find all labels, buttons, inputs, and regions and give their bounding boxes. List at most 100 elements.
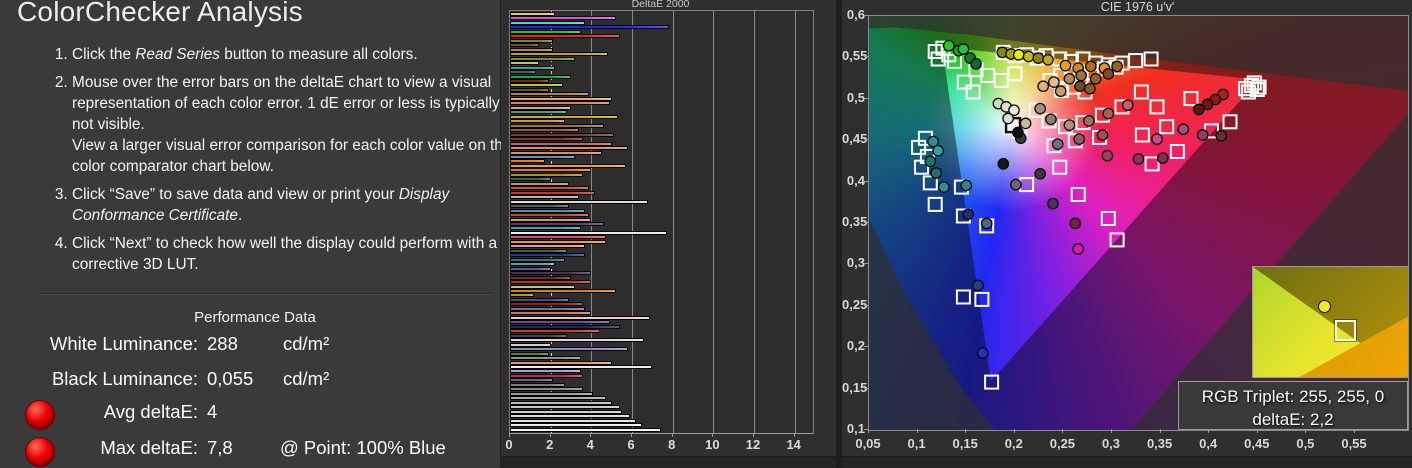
target-square[interactable] [1007,66,1023,82]
measured-point[interactable] [1002,112,1014,125]
deltae-bar[interactable] [510,92,590,97]
deltae-bar[interactable] [510,79,549,84]
deltae-bar[interactable] [510,280,592,285]
measured-point[interactable] [1084,82,1096,95]
deltae-bar[interactable] [510,382,565,387]
deltae-bar[interactable] [510,181,569,186]
deltae-bar[interactable] [510,297,569,302]
target-square[interactable] [993,73,1009,88]
target-square[interactable] [1052,159,1068,175]
measured-point[interactable] [970,58,982,70]
deltae-bar[interactable] [510,114,618,119]
deltae-bar[interactable] [510,56,576,61]
deltae-bar[interactable] [510,306,586,311]
target-square[interactable] [1070,187,1086,202]
measured-point[interactable] [1032,52,1045,64]
measured-point[interactable] [976,347,989,359]
measured-point[interactable] [1102,67,1115,80]
deltae-bar[interactable] [510,423,643,428]
deltae-bar[interactable] [510,329,600,334]
deltae-bar[interactable] [510,61,539,66]
deltae-bar[interactable] [510,360,612,365]
measured-point[interactable] [1101,149,1114,162]
cie-1976-plot[interactable]: RGB Triplet: 255, 255, 0 deltaE: 2,2 [868,15,1409,431]
measured-point[interactable] [930,167,942,179]
measured-point[interactable] [1192,103,1205,116]
deltae-bar[interactable] [510,70,537,75]
deltae-bar[interactable] [510,43,539,48]
measured-point[interactable] [1096,129,1109,141]
measured-point[interactable] [1196,129,1209,141]
deltae-bar[interactable] [510,418,637,423]
measured-point[interactable] [1063,72,1076,85]
measured-point[interactable] [1054,85,1067,98]
deltae-bar[interactable] [510,141,612,146]
target-square[interactable] [1144,156,1160,172]
measured-point[interactable] [1111,60,1123,73]
measured-point[interactable] [1019,117,1032,130]
measured-point[interactable] [1177,123,1190,136]
measured-point[interactable] [962,208,975,221]
deltae-bar[interactable] [510,427,661,432]
deltae-bar[interactable] [510,119,565,124]
deltae-bar[interactable] [510,74,571,79]
measured-point[interactable] [924,155,937,168]
deltae-bar[interactable] [510,364,653,369]
measured-point[interactable] [1121,99,1134,112]
target-square[interactable] [1133,84,1149,100]
measured-point[interactable] [1051,138,1064,150]
measured-point[interactable] [1073,133,1086,145]
measured-point[interactable] [1059,59,1072,72]
deltae-bar[interactable] [510,159,545,164]
measured-point[interactable] [1074,80,1086,93]
measured-point[interactable] [1084,60,1097,73]
target-square[interactable] [956,74,972,90]
deltae-bar[interactable] [510,400,612,405]
deltae-bar[interactable] [510,266,551,271]
deltae-bar[interactable] [510,146,628,151]
deltae-bar[interactable] [510,199,649,204]
deltae-bar[interactable] [510,356,582,361]
target-square[interactable] [965,84,981,100]
deltae-bar[interactable] [510,163,626,168]
deltae-bar[interactable] [510,123,604,128]
target-square[interactable] [1149,99,1165,115]
measured-point[interactable] [1047,197,1059,210]
deltae-bar[interactable] [510,128,580,133]
deltae-bar[interactable] [510,405,620,410]
deltae-bar[interactable] [510,222,604,226]
deltae-bar[interactable] [510,38,553,43]
measured-point[interactable] [1089,72,1102,85]
deltae-bar[interactable] [510,204,569,209]
deltae-bar[interactable] [510,34,620,39]
deltae-bar[interactable] [510,409,622,414]
deltae-bar[interactable] [510,338,645,343]
deltae-bar[interactable] [510,20,586,25]
target-square[interactable] [1159,119,1175,135]
measured-point[interactable] [1156,152,1169,164]
deltae-bar[interactable] [510,47,553,52]
deltae-bar[interactable] [510,168,592,173]
deltae-bar[interactable] [510,239,606,244]
measured-point[interactable] [1042,53,1054,66]
measured-point[interactable] [942,39,955,52]
deltae-bar[interactable] [510,378,553,383]
deltae-bar[interactable] [510,132,614,137]
deltae-bar[interactable] [510,320,610,325]
deltae-bar[interactable] [510,230,667,235]
deltae-bar[interactable] [510,83,563,88]
measured-point[interactable] [1012,48,1025,61]
measured-point[interactable] [957,43,970,55]
deltae-bar[interactable] [510,396,606,401]
measured-point[interactable] [1075,69,1087,82]
target-square[interactable] [1169,144,1185,159]
measured-point[interactable] [1022,50,1035,63]
measured-point[interactable] [1072,243,1085,255]
deltae-bar[interactable] [510,12,555,16]
deltae-bar[interactable] [510,25,669,30]
target-square[interactable] [1019,177,1035,193]
measured-point[interactable] [1069,217,1082,230]
deltae-bar-chart[interactable] [509,10,814,434]
deltae-bar[interactable] [510,244,586,249]
deltae-bar[interactable] [510,16,616,21]
